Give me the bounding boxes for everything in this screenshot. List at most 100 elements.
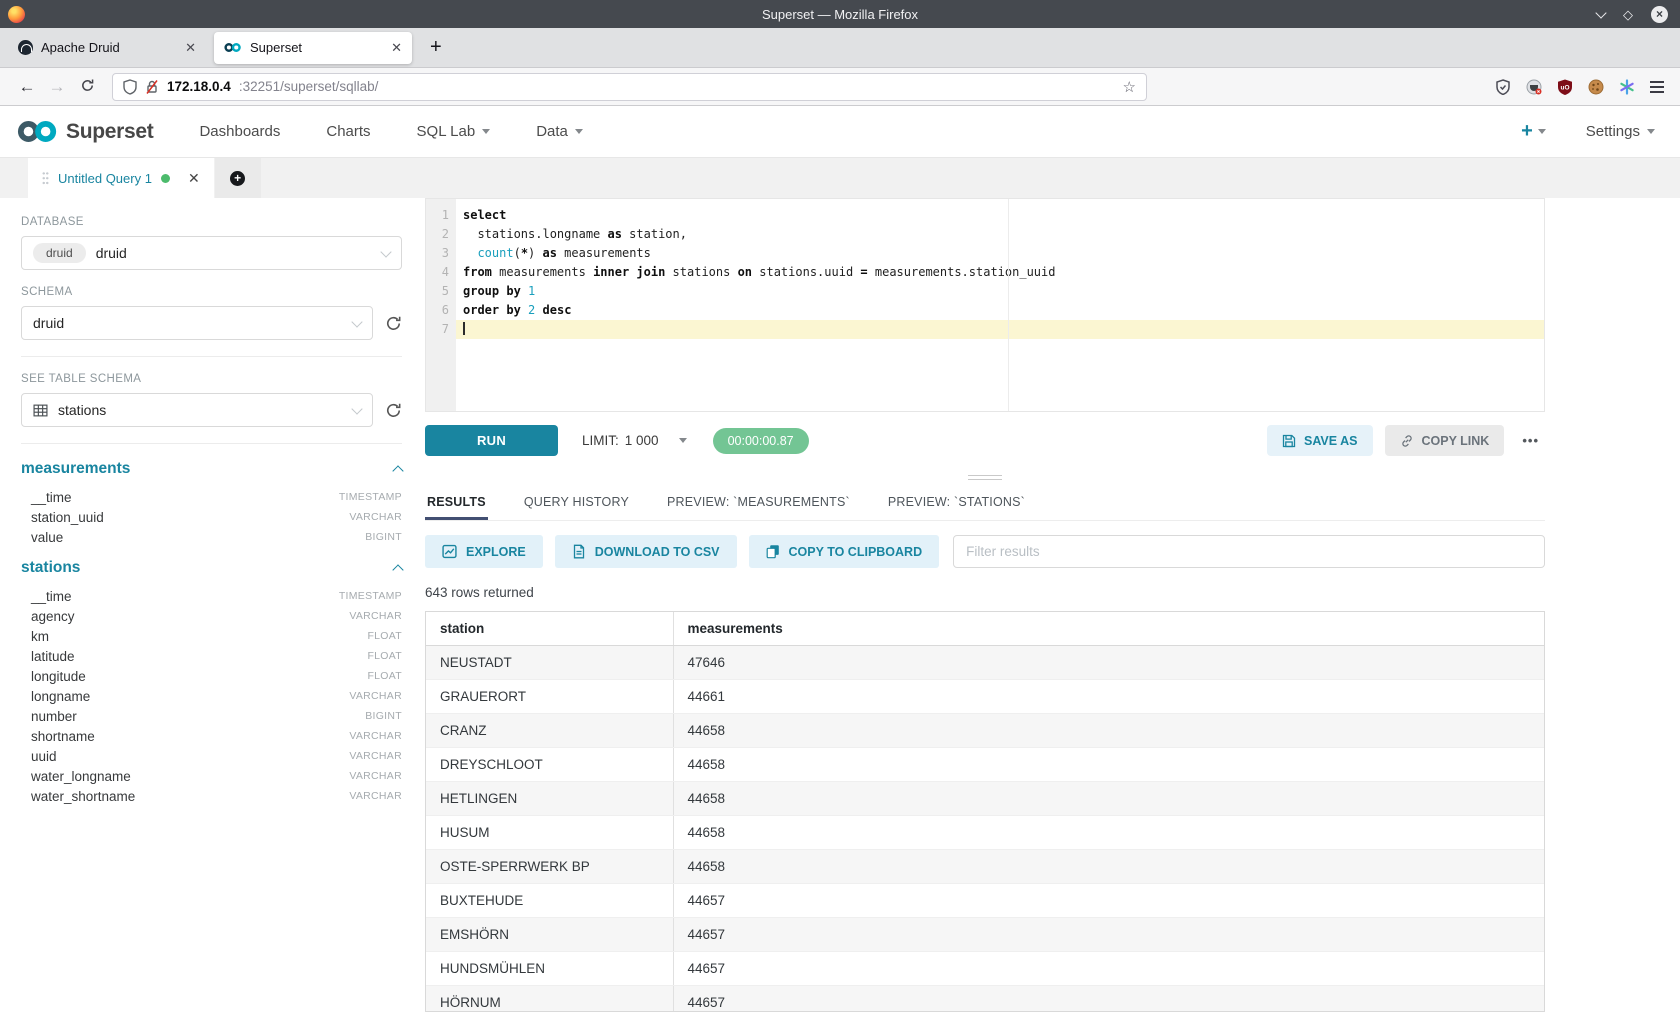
schema-select[interactable]: druid bbox=[21, 306, 373, 340]
new-tab-button[interactable]: + bbox=[430, 36, 442, 59]
nav-sql-lab[interactable]: SQL Lab bbox=[417, 123, 491, 140]
query-tab-close-icon[interactable]: ✕ bbox=[188, 170, 200, 187]
schema-column-row: water_shortnameVARCHAR bbox=[21, 786, 402, 806]
table-cell: HÖRNUM bbox=[426, 986, 673, 1012]
schema-tables: measurements__timeTIMESTAMPstation_uuidV… bbox=[21, 460, 402, 806]
column-type: VARCHAR bbox=[349, 730, 402, 742]
shield-extension-icon[interactable] bbox=[1495, 79, 1511, 95]
query-tab[interactable]: Untitled Query 1 ✕ bbox=[28, 158, 214, 198]
schema-table-section: measurements__timeTIMESTAMPstation_uuidV… bbox=[21, 460, 402, 547]
table-cell: 44658 bbox=[673, 850, 1544, 884]
settings-menu[interactable]: Settings bbox=[1586, 123, 1655, 140]
window-minimize-icon[interactable] bbox=[1595, 7, 1606, 18]
table-row: HUSUM44658 bbox=[426, 816, 1544, 850]
table-cell: BUXTEHUDE bbox=[426, 884, 673, 918]
sql-editor-lines[interactable]: select stations.longname as station, cou… bbox=[456, 199, 1544, 411]
insecure-lock-icon[interactable] bbox=[145, 79, 159, 95]
chevron-down-icon bbox=[351, 403, 362, 414]
filter-results-input[interactable] bbox=[953, 535, 1545, 568]
drag-handle-icon[interactable] bbox=[42, 171, 49, 186]
run-button[interactable]: RUN bbox=[425, 425, 558, 456]
browser-tab-superset[interactable]: Superset ✕ bbox=[214, 32, 412, 64]
column-name: latitude bbox=[31, 649, 75, 664]
column-type: FLOAT bbox=[367, 670, 402, 682]
tab-query-history[interactable]: QUERY HISTORY bbox=[522, 485, 631, 520]
limit-dropdown[interactable]: LIMIT: 1 000 bbox=[582, 433, 687, 448]
menu-hamburger-icon[interactable] bbox=[1650, 78, 1664, 96]
window-maximize-icon[interactable]: ◇ bbox=[1623, 8, 1633, 21]
back-button[interactable]: ← bbox=[12, 78, 42, 95]
schema-column-row: __timeTIMESTAMP bbox=[21, 586, 402, 606]
sql-editor[interactable]: 1234567 select stations.longname as stat… bbox=[425, 198, 1545, 412]
copy-clipboard-button[interactable]: COPY TO CLIPBOARD bbox=[749, 535, 940, 568]
nav-charts[interactable]: Charts bbox=[326, 123, 370, 140]
add-query-tab[interactable]: + bbox=[215, 158, 261, 198]
column-type: FLOAT bbox=[367, 650, 402, 662]
nav-data[interactable]: Data bbox=[536, 123, 583, 140]
tab-preview-stations[interactable]: PREVIEW: `STATIONS` bbox=[886, 485, 1027, 520]
asterisk-extension-icon[interactable] bbox=[1619, 79, 1635, 95]
superset-navbar: Superset Dashboards Charts SQL Lab Data … bbox=[0, 106, 1680, 158]
superset-logo[interactable]: Superset bbox=[17, 120, 153, 144]
save-as-button[interactable]: SAVE AS bbox=[1267, 425, 1373, 456]
line-number: 6 bbox=[426, 301, 449, 320]
nav-dashboards[interactable]: Dashboards bbox=[199, 123, 280, 140]
column-type: TIMESTAMP bbox=[339, 491, 402, 503]
tracking-shield-icon[interactable] bbox=[123, 79, 137, 95]
url-bar[interactable]: 172.18.0.4:32251/superset/sqllab/ ☆ bbox=[112, 73, 1147, 101]
table-row: GRAUERORT44661 bbox=[426, 680, 1544, 714]
browser-tab-druid[interactable]: Apache Druid ✕ bbox=[8, 32, 206, 64]
more-actions-button[interactable]: ••• bbox=[1516, 433, 1545, 448]
database-select[interactable]: druid druid bbox=[21, 236, 402, 270]
column-header[interactable]: measurements bbox=[673, 612, 1544, 646]
table-cell: HUSUM bbox=[426, 816, 673, 850]
mask-extension-icon[interactable] bbox=[1526, 79, 1542, 95]
line-number: 7 bbox=[426, 320, 449, 339]
reload-button[interactable] bbox=[72, 78, 102, 96]
sqllab-body: DATABASE druid druid SCHEMA druid SEE TA… bbox=[0, 198, 1680, 1012]
explore-button[interactable]: EXPLORE bbox=[425, 535, 543, 568]
editor-pane: 1234567 select stations.longname as stat… bbox=[412, 198, 1680, 1012]
copy-link-button[interactable]: COPY LINK bbox=[1385, 425, 1505, 456]
schema-table-header[interactable]: measurements bbox=[21, 460, 402, 478]
schema-table-header[interactable]: stations bbox=[21, 559, 402, 577]
pane-splitter-handle[interactable] bbox=[425, 469, 1545, 485]
code-line: count(*) as measurements bbox=[456, 244, 1544, 263]
column-name: water_longname bbox=[31, 769, 131, 784]
code-line: order by 2 desc bbox=[456, 301, 1544, 320]
schema-column-row: longnameVARCHAR bbox=[21, 686, 402, 706]
column-type: VARCHAR bbox=[349, 770, 402, 782]
tab-results[interactable]: RESULTS bbox=[425, 485, 488, 520]
bookmark-star-icon[interactable]: ☆ bbox=[1123, 78, 1136, 96]
table-select[interactable]: stations bbox=[21, 393, 373, 427]
refresh-tables-icon[interactable] bbox=[385, 402, 402, 419]
new-item-button[interactable]: + bbox=[1521, 120, 1546, 143]
table-row: CRANZ44658 bbox=[426, 714, 1544, 748]
window-title: Superset — Mozilla Firefox bbox=[0, 7, 1680, 22]
caret-down-icon bbox=[482, 129, 490, 134]
window-close-icon[interactable]: × bbox=[1651, 6, 1668, 23]
tab-close-icon[interactable]: ✕ bbox=[185, 40, 196, 56]
print-margin bbox=[1008, 199, 1009, 411]
column-name: shortname bbox=[31, 729, 95, 744]
column-header[interactable]: station bbox=[426, 612, 673, 646]
tab-close-icon[interactable]: ✕ bbox=[391, 40, 402, 56]
cookie-extension-icon[interactable] bbox=[1588, 79, 1604, 95]
column-name: longitude bbox=[31, 669, 86, 684]
screen: Superset — Mozilla Firefox ◇ × Apache Dr… bbox=[0, 0, 1680, 1012]
table-value: stations bbox=[58, 402, 106, 418]
query-tab-title: Untitled Query 1 bbox=[58, 171, 152, 186]
column-type: VARCHAR bbox=[349, 690, 402, 702]
download-csv-button[interactable]: DOWNLOAD TO CSV bbox=[555, 535, 737, 568]
refresh-schemas-icon[interactable] bbox=[385, 315, 402, 332]
column-type: BIGINT bbox=[365, 531, 402, 543]
table-cell: EMSHÖRN bbox=[426, 918, 673, 952]
forward-button[interactable]: → bbox=[42, 78, 72, 95]
results-table-container[interactable]: stationmeasurements NEUSTADT47646GRAUERO… bbox=[425, 611, 1545, 1012]
column-type: VARCHAR bbox=[349, 610, 402, 622]
table-row: HETLINGEN44658 bbox=[426, 782, 1544, 816]
ublock-extension-icon[interactable]: uO bbox=[1557, 79, 1573, 95]
tab-preview-measurements[interactable]: PREVIEW: `MEASUREMENTS` bbox=[665, 485, 852, 520]
line-number: 3 bbox=[426, 244, 449, 263]
query-status-dot bbox=[161, 174, 170, 183]
